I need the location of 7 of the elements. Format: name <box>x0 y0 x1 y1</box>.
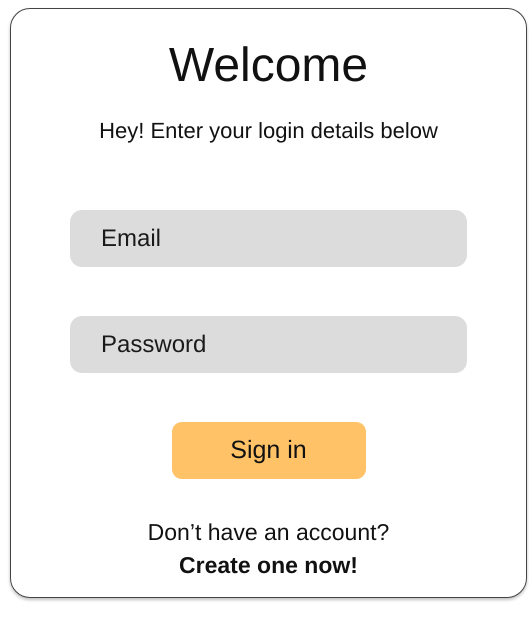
subtitle: Hey! Enter your login details below <box>99 117 438 145</box>
email-field[interactable]: Email <box>70 210 467 267</box>
welcome-title: Welcome <box>168 38 368 94</box>
sign-in-button[interactable]: Sign in <box>172 422 366 479</box>
password-field[interactable]: Password <box>70 316 467 373</box>
account-prompt: Don’t have an account? <box>148 518 390 547</box>
create-account-link[interactable]: Create one now! <box>179 549 358 582</box>
